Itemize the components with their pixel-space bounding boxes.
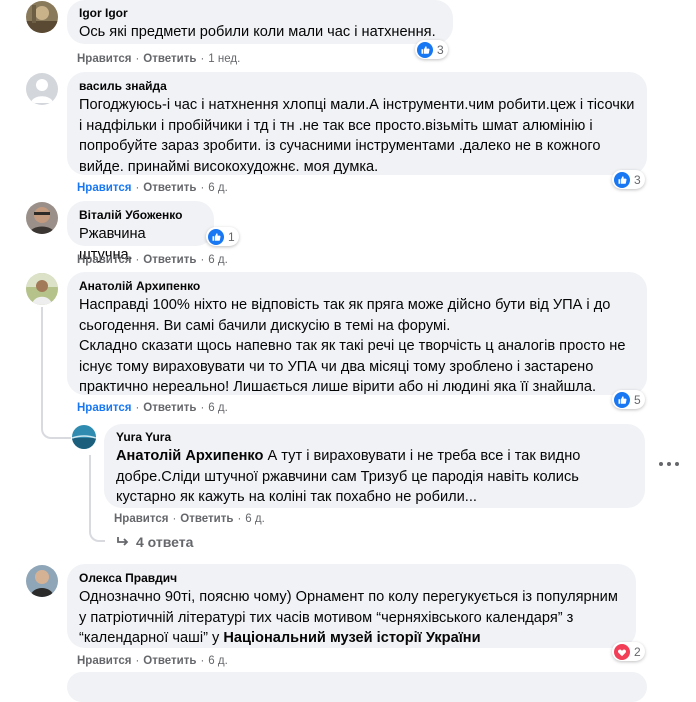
reaction-count: 3	[634, 172, 641, 187]
avatar[interactable]	[26, 73, 58, 105]
reply-link[interactable]: Ответить	[180, 513, 233, 525]
more-options-icon[interactable]	[659, 461, 679, 467]
comment-actions: Нравится · Ответить · 6 д.	[77, 254, 228, 266]
comment-actions: Нравится · Ответить · 6 д.	[77, 655, 228, 667]
comment-bubble: Igor Igor Ось які предмети робили коли м…	[67, 0, 453, 44]
reply-link[interactable]: Ответить	[143, 182, 196, 194]
reply-link[interactable]: Ответить	[143, 53, 196, 65]
reactions-summary[interactable]: 5	[612, 390, 645, 409]
like-link[interactable]: Нравится	[114, 513, 168, 525]
comment-bubble: василь знайда Погоджуюсь-і час і натхнен…	[67, 72, 647, 175]
like-icon	[614, 171, 630, 188]
like-link[interactable]: Нравится	[77, 655, 131, 667]
avatar[interactable]	[26, 565, 58, 597]
reply-link[interactable]: Ответить	[143, 655, 196, 667]
comment-text: Ось які предмети робили коли мали час і …	[79, 24, 436, 40]
comment-actions: Нравится · Ответить · 6 д.	[77, 182, 228, 194]
like-icon	[417, 41, 433, 58]
timestamp[interactable]: 6 д.	[208, 655, 228, 667]
reply-actions: Нравится · Ответить · 6 д.	[114, 513, 265, 525]
reply-arrow-icon	[117, 537, 129, 546]
page-tag-link[interactable]: Національний музей історії України	[223, 630, 480, 646]
love-icon	[614, 643, 630, 660]
comment-author[interactable]: Анатолій Архипенко	[79, 279, 635, 294]
replies-count: 4 ответа	[136, 534, 194, 550]
reactions-summary[interactable]: 3	[415, 40, 448, 59]
comment-text: Насправді 100% ніхто не відповість так я…	[79, 297, 611, 334]
reaction-count: 1	[228, 229, 235, 244]
comment-author[interactable]: Oлекса Правдич	[79, 571, 624, 586]
like-link[interactable]: Нравится	[77, 254, 131, 266]
reactions-summary[interactable]: 3	[612, 170, 645, 189]
timestamp[interactable]: 6 д.	[208, 182, 228, 194]
comment-text-paragraph: Складно сказати щось напевно так як такі…	[79, 338, 626, 395]
like-link[interactable]: Нравится	[77, 53, 131, 65]
reaction-count: 3	[437, 42, 444, 57]
view-more-replies-link[interactable]: 4 ответа	[116, 533, 193, 551]
like-icon	[208, 228, 224, 245]
avatar[interactable]	[26, 1, 58, 33]
reaction-count: 5	[634, 392, 641, 407]
reactions-summary[interactable]: 1	[206, 227, 239, 246]
reply-link[interactable]: Ответить	[143, 402, 196, 414]
like-icon	[614, 391, 630, 408]
timestamp[interactable]: 6 д.	[245, 513, 265, 525]
reply-bubble: Yura Yura Анатолій Архипенко А тут і вир…	[104, 424, 645, 508]
timestamp[interactable]: 6 д.	[208, 402, 228, 414]
timestamp[interactable]: 6 д.	[208, 254, 228, 266]
comment-actions: Нравится · Ответить · 6 д.	[77, 402, 228, 414]
thread-connector	[89, 455, 105, 542]
comment-author[interactable]: Віталій Убоженко	[79, 208, 202, 223]
comment-bubble: Анатолій Архипенко Насправді 100% ніхто …	[67, 272, 647, 395]
reactions-summary[interactable]: 2	[612, 642, 645, 661]
avatar[interactable]	[26, 202, 58, 234]
avatar[interactable]	[26, 273, 58, 305]
mention-link[interactable]: Анатолій Архипенко	[116, 448, 263, 464]
comment-author[interactable]: Igor Igor	[79, 6, 441, 21]
comment-author[interactable]: василь знайда	[79, 79, 635, 94]
like-link[interactable]: Нравится	[77, 182, 131, 194]
timestamp[interactable]: 1 нед.	[208, 53, 240, 65]
reply-author[interactable]: Yura Yura	[116, 430, 633, 445]
comment-text-block: Однозначно 90ті, поясню чому) Орнамент п…	[79, 587, 624, 649]
comment-bubble	[67, 672, 647, 702]
comment-actions: Нравится · Ответить · 1 нед.	[77, 53, 241, 65]
reaction-count: 2	[634, 644, 641, 659]
comment-bubble: Віталій Убоженко Ржавчина штучна.	[67, 201, 214, 263]
reply-link[interactable]: Ответить	[143, 254, 196, 266]
comment-text: Погоджуюсь-і час і натхнення хлопці мали…	[79, 97, 635, 175]
thread-connector	[41, 307, 71, 439]
avatar[interactable]	[72, 425, 96, 449]
comment-bubble: Oлекса Правдич Однозначно 90ті, поясню ч…	[67, 564, 636, 648]
reply-text-block: Анатолій Архипенко А тут і вираховувати …	[116, 446, 633, 508]
like-link[interactable]: Нравится	[77, 402, 131, 414]
